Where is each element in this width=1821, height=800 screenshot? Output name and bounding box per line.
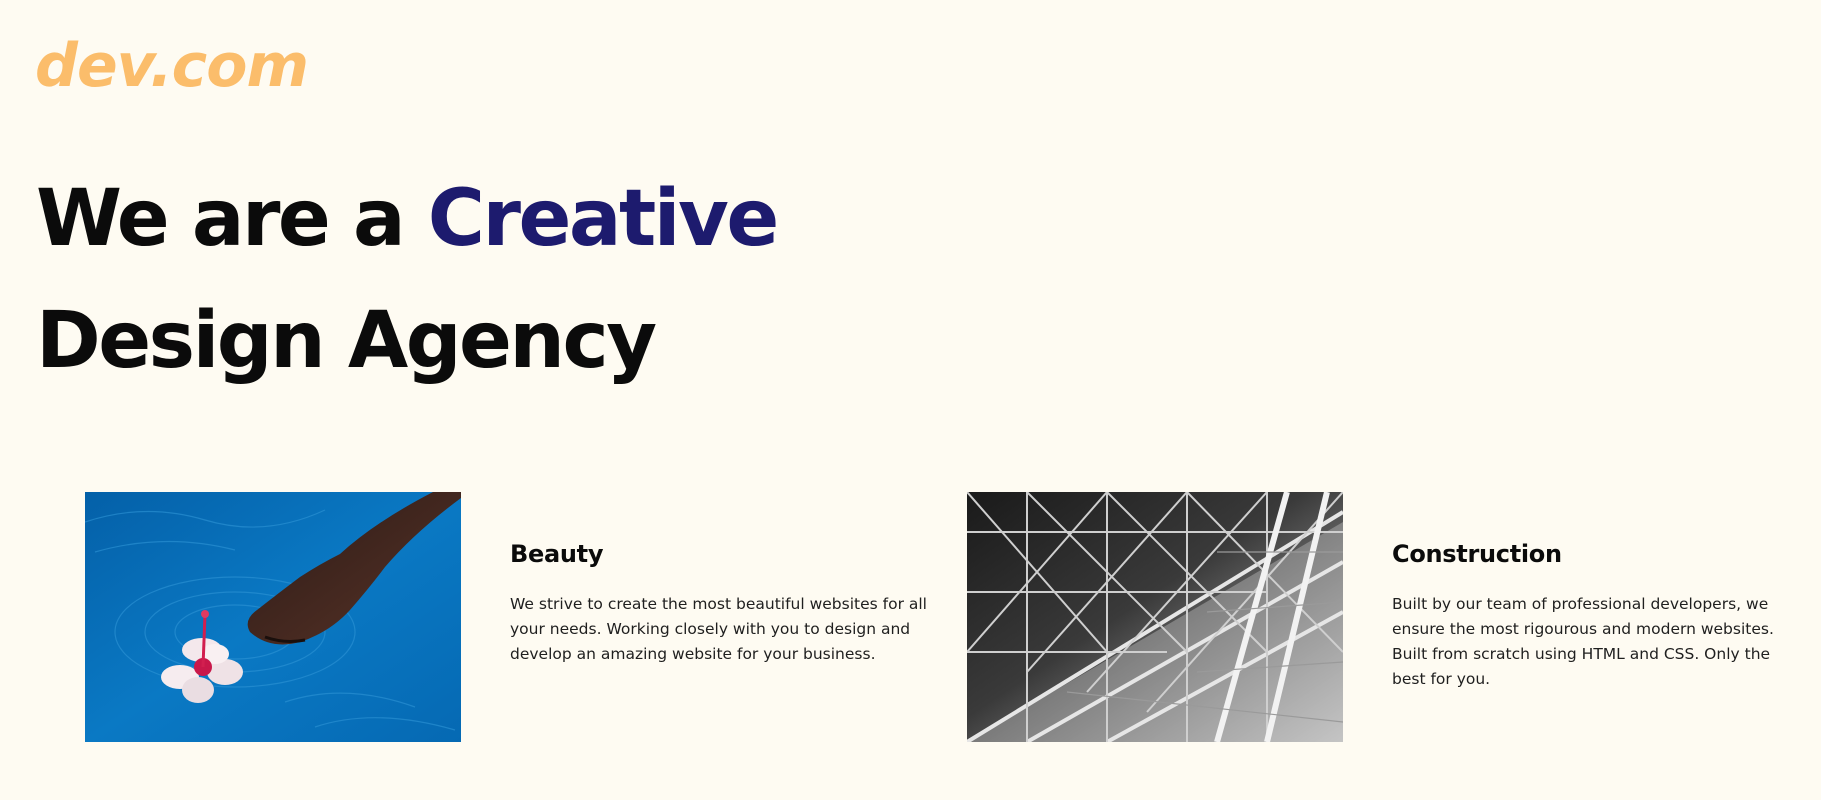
construction-description: Built by our team of professional develo… xyxy=(1392,595,1774,688)
beauty-description: We strive to create the most beautiful w… xyxy=(510,595,927,663)
hero-title-prefix: We are a xyxy=(36,174,428,264)
steel-truss-structure-photo xyxy=(967,492,1343,742)
beauty-image xyxy=(85,492,461,742)
hero-title: We are a Creative Design Agency xyxy=(36,158,780,402)
site-logo[interactable]: dev.com xyxy=(35,26,309,106)
hand-in-water-with-flower-photo xyxy=(85,492,461,742)
hero-title-line-2: Design Agency xyxy=(36,296,657,386)
hero-title-line-1: We are a Creative xyxy=(36,158,780,280)
beauty-heading: Beauty xyxy=(510,540,604,568)
hero-title-highlight: Creative xyxy=(427,174,780,264)
construction-heading: Construction xyxy=(1392,540,1562,568)
construction-image xyxy=(967,492,1343,742)
